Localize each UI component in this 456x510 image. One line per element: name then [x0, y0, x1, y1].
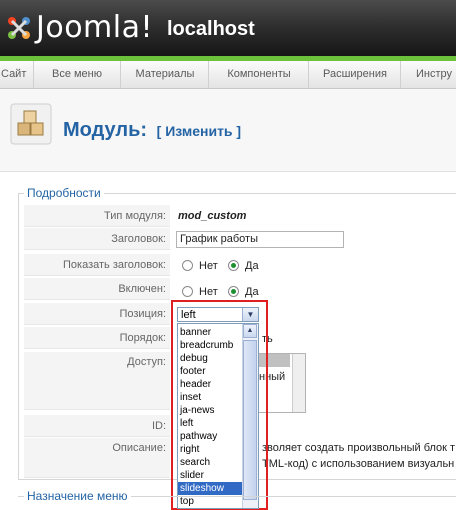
site-name: localhost — [167, 18, 255, 40]
show-title-no-label: Нет — [199, 260, 218, 272]
order-label: Порядок: — [24, 327, 170, 349]
position-select[interactable]: left ▼ — [177, 307, 259, 322]
heading-input[interactable]: График работы — [176, 231, 344, 248]
show-title-yes-label: Да — [245, 260, 259, 272]
position-option[interactable]: debug — [178, 352, 244, 365]
position-option[interactable]: footer — [178, 365, 244, 378]
enabled-no-radio[interactable] — [182, 286, 193, 297]
description-line-1: зволяет создать произвольный блок т — [262, 442, 456, 454]
chevron-down-icon[interactable]: ▼ — [242, 308, 258, 321]
toolbar-title: Модуль: [ Изменить ] — [0, 89, 456, 172]
position-option[interactable]: banner — [178, 326, 244, 339]
position-option[interactable]: left — [178, 417, 244, 430]
position-option-highlighted[interactable]: slideshow — [178, 482, 244, 495]
menu-item-extensions[interactable]: Расширения — [310, 61, 401, 88]
module-type-value: mod_custom — [178, 210, 247, 222]
details-legend: Подробности — [24, 186, 104, 200]
position-option[interactable]: search — [178, 456, 244, 469]
heading-label: Заголовок: — [24, 228, 170, 250]
position-option[interactable]: ja-news — [178, 404, 244, 417]
scroll-up-arrow-icon[interactable]: ▲ — [243, 324, 257, 338]
enabled-no-label: Нет — [199, 286, 218, 298]
position-option[interactable]: header — [178, 378, 244, 391]
id-label: ID: — [24, 415, 170, 437]
enabled-yes-radio[interactable] — [228, 286, 239, 297]
position-current-value: left — [181, 309, 196, 321]
main-menu: Сайт Все меню Материалы Компоненты Расши… — [0, 61, 456, 89]
page-title-text: Модуль: — [63, 119, 148, 141]
joomla-logo-icon — [8, 17, 30, 39]
show-title-no-radio[interactable] — [182, 260, 193, 271]
enabled-label: Включен: — [24, 278, 170, 300]
module-icon — [10, 103, 52, 145]
enabled-yes-label: Да — [245, 286, 259, 298]
page-title: Модуль: [ Изменить ] — [63, 119, 241, 142]
position-option[interactable]: inset — [178, 391, 244, 404]
menu-item-components[interactable]: Компоненты — [210, 61, 309, 88]
scrollbar-thumb[interactable] — [243, 340, 257, 500]
dropdown-scrollbar[interactable]: ▲ — [242, 324, 258, 508]
access-label: Доступ: — [24, 352, 170, 410]
assign-legend: Назначение меню — [24, 489, 131, 503]
position-option[interactable]: breadcrumb — [178, 339, 244, 352]
position-option[interactable]: right — [178, 443, 244, 456]
page-title-action: [ Изменить ] — [156, 123, 242, 139]
description-line-2: TML-код) с использованием визуальн — [262, 458, 455, 470]
logo-text: Joomla! — [36, 10, 154, 45]
show-title-yes-radio[interactable] — [228, 260, 239, 271]
menu-item-site[interactable]: Сайт — [0, 61, 34, 88]
menu-item-all-menus[interactable]: Все меню — [34, 61, 121, 88]
position-option[interactable]: slider — [178, 469, 244, 482]
access-scrollbar[interactable] — [292, 354, 305, 412]
position-label: Позиция: — [24, 303, 170, 325]
position-dropdown-list[interactable]: banner breadcrumb debug footer header in… — [177, 323, 259, 509]
menu-item-content[interactable]: Материалы — [122, 61, 209, 88]
position-option[interactable]: pathway — [178, 430, 244, 443]
show-title-label: Показать заголовок: — [24, 254, 170, 276]
app-header: Joomla! localhost — [0, 0, 456, 56]
description-label: Описание: — [24, 438, 170, 478]
menu-item-tools[interactable]: Инстру — [402, 61, 456, 88]
module-type-label: Тип модуля: — [24, 205, 170, 227]
